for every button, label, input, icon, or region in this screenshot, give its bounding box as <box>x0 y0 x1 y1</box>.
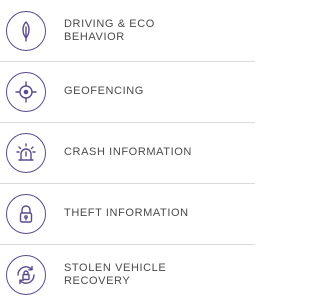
divider <box>0 122 255 123</box>
feature-item-crash-info: CRASH INFORMATION <box>5 122 255 183</box>
feature-label: DRIVING & ECO BEHAVIOR <box>64 17 155 43</box>
feature-item-geofencing: GEOFENCING <box>5 61 255 122</box>
target-icon <box>6 71 46 112</box>
feature-label: CRASH INFORMATION <box>64 146 192 158</box>
feature-label: STOLEN VEHICLE RECOVERY <box>64 261 167 287</box>
feature-item-stolen-vehicle-recovery: STOLEN VEHICLE RECOVERY <box>5 244 255 305</box>
leaf-icon <box>6 10 46 51</box>
divider <box>0 244 255 245</box>
lock-icon <box>6 193 46 234</box>
feature-label: GEOFENCING <box>64 85 144 97</box>
feature-item-driving-eco: DRIVING & ECO BEHAVIOR <box>5 0 255 61</box>
divider <box>0 183 255 184</box>
feature-label: THEFT INFORMATION <box>64 207 189 219</box>
siren-icon <box>6 132 46 173</box>
feature-item-theft-info: THEFT INFORMATION <box>5 183 255 244</box>
feature-list: DRIVING & ECO BEHAVIOR GEOFENCING CRASH … <box>0 0 255 305</box>
divider <box>0 61 255 62</box>
lock-recovery-icon <box>6 254 46 295</box>
